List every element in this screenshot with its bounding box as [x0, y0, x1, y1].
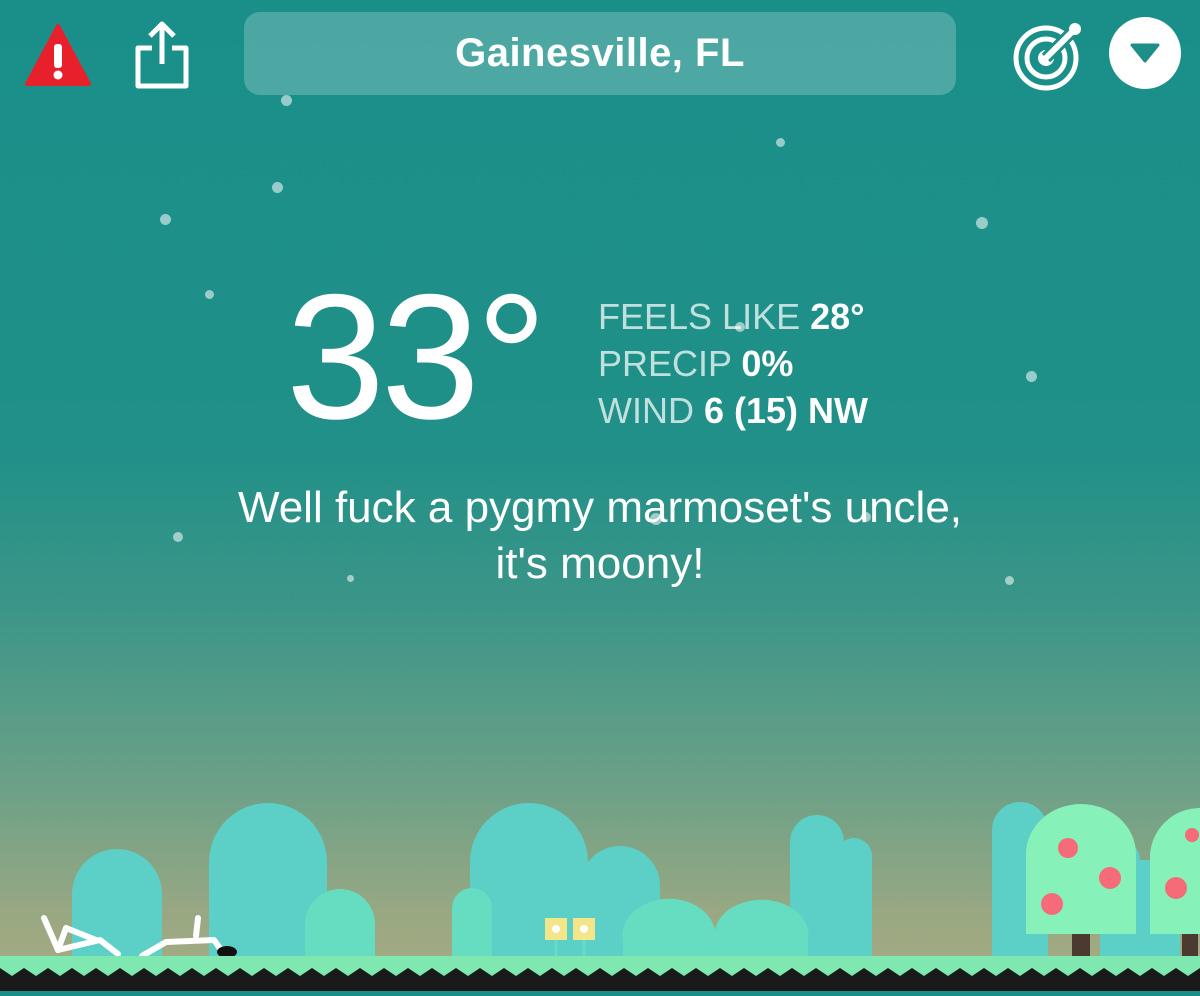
weather-details: FEELS LIKE 28° PRECIP 0% WIND 6 (15) NW [598, 293, 868, 434]
weather-message: Well fuck a pygmy marmoset's uncle, it's… [150, 480, 1050, 592]
alert-triangle-icon[interactable] [24, 22, 92, 88]
star-dot [205, 290, 214, 299]
wind-row: WIND 6 (15) NW [598, 387, 868, 434]
share-icon[interactable] [130, 18, 194, 90]
precip-row: PRECIP 0% [598, 340, 868, 387]
star-dot [1026, 371, 1037, 382]
radar-icon[interactable] [1012, 18, 1086, 92]
precip-label: PRECIP [598, 343, 732, 384]
star-dot [281, 95, 292, 106]
wind-value: 6 (15) NW [704, 390, 869, 431]
location-search-button[interactable]: Gainesville, FL [244, 12, 956, 95]
weather-message-line2: it's moony! [495, 539, 705, 588]
weather-message-line1: Well fuck a pygmy marmoset's uncle, [237, 483, 963, 532]
wind-label: WIND [598, 390, 694, 431]
current-temperature: 33° [286, 257, 547, 456]
chevron-down-icon [1130, 43, 1160, 63]
star-dot [272, 182, 283, 193]
star-dot [976, 217, 988, 229]
top-bar: Gainesville, FL [0, 0, 1200, 110]
feels-like-label: FEELS LIKE [598, 296, 801, 337]
star-dot [160, 214, 171, 225]
feels-like-value: 28° [810, 296, 865, 337]
feels-like-row: FEELS LIKE 28° [598, 293, 868, 340]
menu-dropdown-button[interactable] [1109, 17, 1181, 89]
star-dot [776, 138, 785, 147]
landscape-illustration [0, 790, 1200, 991]
location-label: Gainesville, FL [455, 31, 745, 75]
precip-value: 0% [741, 343, 794, 384]
